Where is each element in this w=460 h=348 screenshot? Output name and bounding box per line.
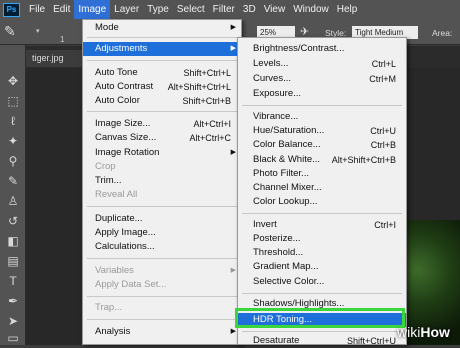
path-select-icon[interactable]: ➤: [5, 313, 21, 329]
menu-item-auto-color[interactable]: Auto Color Shift+Ctrl+B: [83, 94, 241, 108]
menu-item-apply-image[interactable]: Apply Image...: [83, 226, 241, 240]
pen-icon[interactable]: ✒: [5, 293, 21, 309]
wikihow-watermark: wikiHow: [397, 324, 450, 340]
menu-item-adjustments[interactable]: Adjustments ▶: [83, 42, 241, 56]
menu-image[interactable]: Image: [74, 0, 111, 19]
separator: [87, 37, 237, 38]
menu-bar: Ps File Edit Image Layer Type Select Fil…: [0, 0, 460, 19]
adjustments-submenu: Brightness/Contrast... Levels... Ctrl+L C…: [237, 37, 407, 348]
separator: [242, 331, 402, 332]
menu-item-apply-data-set: Apply Data Set...: [95, 279, 167, 290]
menu-item-trap: Trap...: [95, 302, 123, 313]
menu-item-threshold[interactable]: Threshold...: [238, 246, 406, 260]
menu-item-canvas-size[interactable]: Canvas Size... Alt+Ctrl+C: [83, 131, 241, 145]
tools-panel: ✥ ⬚ ℓ ✦ ⚲ ✎ ♙ ↺ ◧ ▤ T ✒ ➤ ▭: [0, 45, 26, 345]
menu-item-image-size[interactable]: Image Size... Alt+Ctrl+I: [83, 117, 241, 131]
move-icon[interactable]: ✥: [5, 73, 21, 89]
separator: [87, 319, 237, 320]
eraser-icon[interactable]: ◧: [5, 233, 21, 249]
menu-type[interactable]: Type: [143, 0, 173, 19]
menu-item-vibrance[interactable]: Vibrance...: [238, 110, 406, 124]
stamp-icon[interactable]: ♙: [5, 193, 21, 209]
eyedropper-icon[interactable]: ⚲: [5, 153, 21, 169]
separator: [87, 206, 237, 207]
brush-icon[interactable]: ✎: [5, 173, 21, 189]
brush-size: 1: [60, 35, 65, 44]
menu-item-color-balance[interactable]: Color Balance... Ctrl+B: [238, 138, 406, 152]
chevron-right-icon: ▶: [230, 149, 236, 156]
menu-select[interactable]: Select: [173, 0, 209, 19]
menu-item-invert[interactable]: Invert Ctrl+I: [238, 218, 406, 232]
menu-item-reveal-all: Reveal All: [95, 189, 138, 200]
menu-item-calculations[interactable]: Calculations...: [83, 240, 241, 254]
menu-item-auto-contrast[interactable]: Auto Contrast Alt+Shift+Ctrl+L: [83, 80, 241, 94]
area-label: Area:: [432, 28, 453, 38]
document-tab[interactable]: tiger.jpg: [26, 50, 82, 67]
menu-edit[interactable]: Edit: [49, 0, 74, 19]
menu-item-exposure[interactable]: Exposure...: [238, 87, 406, 101]
history-brush-icon[interactable]: ↺: [5, 213, 21, 229]
menu-item-posterize[interactable]: Posterize...: [238, 232, 406, 246]
menu-item-curves[interactable]: Curves... Ctrl+M: [238, 72, 406, 86]
menu-item-channel-mixer[interactable]: Channel Mixer...: [238, 181, 406, 195]
menu-file[interactable]: File: [25, 0, 49, 19]
menu-3d[interactable]: 3D: [239, 0, 260, 19]
menu-filter[interactable]: Filter: [209, 0, 239, 19]
chevron-right-icon: ▶: [230, 24, 236, 31]
menu-item-analysis[interactable]: Analysis ▶: [83, 325, 241, 339]
lasso-icon[interactable]: ℓ: [5, 113, 21, 129]
hdr-toning-highlight-outline: [235, 308, 405, 328]
menu-item-variables: Variables ▶: [95, 265, 236, 276]
menu-item-trim[interactable]: Trim...: [83, 174, 241, 188]
separator: [87, 60, 237, 61]
menu-item-brightness-contrast[interactable]: Brightness/Contrast...: [238, 42, 406, 56]
menu-item-duplicate[interactable]: Duplicate...: [83, 212, 241, 226]
rectangle-icon[interactable]: ▭: [5, 330, 21, 346]
menu-item-gradient-map[interactable]: Gradient Map...: [238, 260, 406, 274]
menu-view[interactable]: View: [260, 0, 290, 19]
menu-layer[interactable]: Layer: [110, 0, 143, 19]
brush-preset-icon[interactable]: ✎: [4, 23, 24, 41]
menu-item-auto-tone[interactable]: Auto Tone Shift+Ctrl+L: [83, 66, 241, 80]
image-menu-dropdown: Mode ▶ Adjustments ▶ Auto Tone Shift+Ctrl+L…: [82, 19, 242, 345]
separator: [242, 213, 402, 214]
menu-item-hue-saturation[interactable]: Hue/Saturation... Ctrl+U: [238, 124, 406, 138]
gradient-icon[interactable]: ▤: [5, 253, 21, 269]
separator: [242, 293, 402, 294]
chevron-right-icon: ▶: [230, 267, 236, 274]
type-icon[interactable]: T: [5, 273, 21, 289]
menu-help[interactable]: Help: [333, 0, 362, 19]
menu-item-desaturate[interactable]: Desaturate Shift+Ctrl+U: [238, 334, 406, 348]
menu-item-black-white[interactable]: Black & White... Alt+Shift+Ctrl+B: [238, 153, 406, 167]
menu-item-crop: Crop: [95, 161, 116, 172]
chevron-right-icon: ▶: [230, 45, 236, 52]
separator: [87, 296, 237, 297]
photoshop-logo: Ps: [3, 2, 20, 17]
airbrush-icon[interactable]: ✈: [300, 25, 312, 38]
magic-wand-icon[interactable]: ✦: [5, 133, 21, 149]
separator: [242, 105, 402, 106]
menu-item-image-rotation[interactable]: Image Rotation ▶: [83, 146, 241, 160]
separator: [87, 258, 237, 259]
marquee-icon[interactable]: ⬚: [5, 93, 21, 109]
menu-window[interactable]: Window: [289, 0, 333, 19]
menu-item-levels[interactable]: Levels... Ctrl+L: [238, 57, 406, 71]
chevron-down-icon[interactable]: ▾: [36, 27, 40, 35]
menu-item-color-lookup[interactable]: Color Lookup...: [238, 195, 406, 209]
separator: [87, 111, 237, 112]
menu-item-selective-color[interactable]: Selective Color...: [238, 275, 406, 289]
menu-item-photo-filter[interactable]: Photo Filter...: [238, 167, 406, 181]
menu-item-mode[interactable]: Mode ▶: [83, 21, 241, 35]
